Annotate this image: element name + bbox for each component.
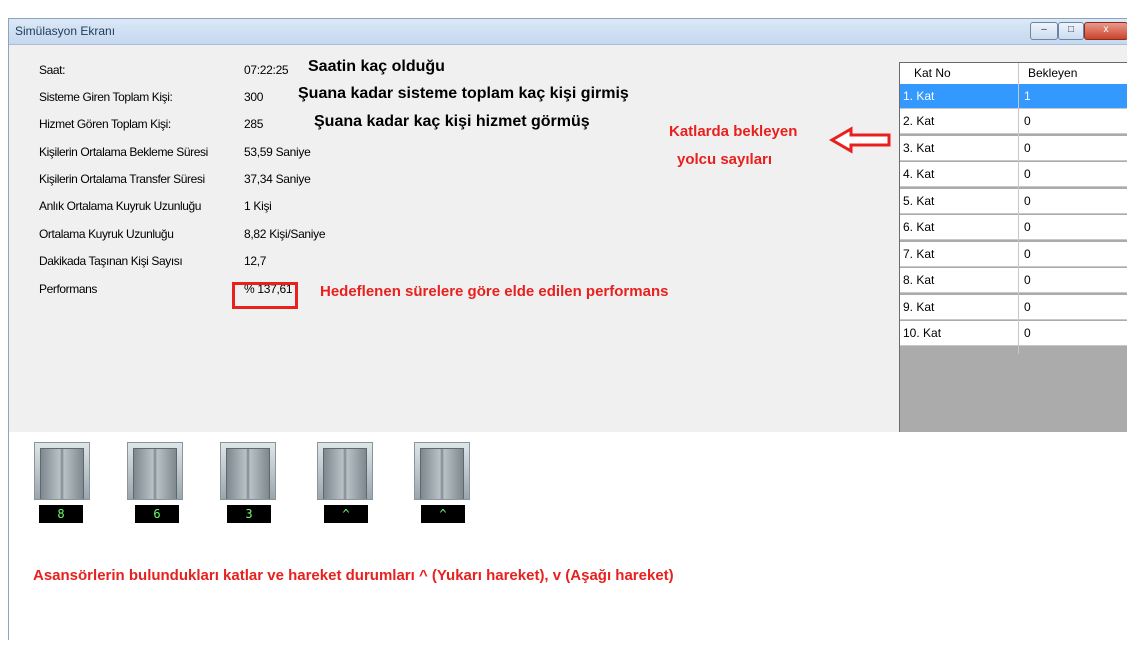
waiting-cell: 0 bbox=[1024, 300, 1031, 314]
value-avg-wait: 53,59 Saniye bbox=[244, 145, 311, 159]
label-avg-wait: Kişilerin Ortalama Bekleme Süresi bbox=[39, 145, 208, 159]
label-per-minute: Dakikada Taşınan Kişi Sayısı bbox=[39, 254, 183, 268]
value-instant-queue: 1 Kişi bbox=[244, 199, 272, 213]
simulation-window: Simülasyon Ekranı – □ x Saat: 07:22:25 S… bbox=[8, 18, 1127, 641]
label-performance: Performans bbox=[39, 282, 98, 296]
waiting-cell: 0 bbox=[1024, 273, 1031, 287]
value-per-minute: 12,7 bbox=[244, 254, 267, 268]
floor-cell: 9. Kat bbox=[903, 300, 935, 314]
value-entered-total: 300 bbox=[244, 90, 264, 104]
annotation-waiting-line1: Katlarda bekleyen bbox=[669, 123, 798, 140]
window-title: Simülasyon Ekranı bbox=[15, 24, 116, 38]
waiting-cell: 1 bbox=[1024, 89, 1031, 103]
elevator-4-status: ^ bbox=[324, 505, 368, 523]
annotation-served: Şuana kadar kaç kişi hizmet görmüş bbox=[314, 113, 590, 130]
table-row[interactable]: 9. Kat 0 bbox=[900, 295, 1127, 320]
label-instant-queue: Anlık Ortalama Kuyruk Uzunluğu bbox=[39, 199, 202, 213]
annotation-elevators: Asansörlerin bulundukları katlar ve hare… bbox=[33, 567, 674, 584]
waiting-cell: 0 bbox=[1024, 167, 1031, 181]
table-row[interactable]: 1. Kat 1 bbox=[900, 84, 1127, 109]
label-avg-transfer: Kişilerin Ortalama Transfer Süresi bbox=[39, 172, 205, 186]
table-row[interactable]: 4. Kat 0 bbox=[900, 162, 1127, 187]
elevator-2-status: 6 bbox=[135, 505, 179, 523]
table-row[interactable]: 3. Kat 0 bbox=[900, 136, 1127, 161]
close-button[interactable]: x bbox=[1084, 22, 1127, 40]
waiting-cell: 0 bbox=[1024, 220, 1031, 234]
elevator-door-icon bbox=[220, 442, 276, 500]
floor-waiting-table[interactable]: Kat No Bekleyen 1. Kat 1 2. Kat 0 3. Kat 0 … bbox=[899, 62, 1127, 435]
minimize-button[interactable]: – bbox=[1030, 22, 1058, 40]
annotation-clock: Saatin kaç olduğu bbox=[308, 58, 445, 75]
left-arrow-icon bbox=[829, 126, 891, 154]
table-row[interactable]: 2. Kat 0 bbox=[900, 109, 1127, 134]
table-row[interactable]: 6. Kat 0 bbox=[900, 215, 1127, 240]
waiting-cell: 0 bbox=[1024, 114, 1031, 128]
elevator-1-status: 8 bbox=[39, 505, 83, 523]
table-header: Kat No Bekleyen bbox=[900, 63, 1127, 85]
floor-cell: 1. Kat bbox=[903, 89, 935, 103]
floor-cell: 7. Kat bbox=[903, 247, 935, 261]
elevator-3-status: 3 bbox=[227, 505, 271, 523]
floor-cell: 6. Kat bbox=[903, 220, 935, 234]
table-row[interactable]: 5. Kat 0 bbox=[900, 189, 1127, 214]
table-row[interactable]: 8. Kat 0 bbox=[900, 268, 1127, 293]
annotation-entered: Şuana kadar sisteme toplam kaç kişi girm… bbox=[298, 85, 629, 102]
label-served-total: Hizmet Gören Toplam Kişi: bbox=[39, 117, 171, 131]
elevator-5-status: ^ bbox=[421, 505, 465, 523]
table-row[interactable]: 7. Kat 0 bbox=[900, 242, 1127, 267]
floor-cell: 3. Kat bbox=[903, 141, 935, 155]
column-divider bbox=[1018, 63, 1019, 354]
floor-cell: 8. Kat bbox=[903, 273, 935, 287]
performance-highlight-box bbox=[232, 282, 298, 309]
value-avg-transfer: 37,34 Saniye bbox=[244, 172, 311, 186]
elevator-door-icon bbox=[127, 442, 183, 500]
value-clock: 07:22:25 bbox=[244, 63, 289, 77]
elevator-door-icon bbox=[414, 442, 470, 500]
table-row[interactable]: 10. Kat 0 bbox=[900, 321, 1127, 346]
label-clock: Saat: bbox=[39, 63, 66, 77]
column-header-waiting[interactable]: Bekleyen bbox=[1024, 63, 1077, 84]
elevator-door-icon bbox=[34, 442, 90, 500]
label-entered-total: Sisteme Giren Toplam Kişi: bbox=[39, 90, 173, 104]
waiting-cell: 0 bbox=[1024, 326, 1031, 340]
maximize-button[interactable]: □ bbox=[1058, 22, 1084, 40]
floor-cell: 10. Kat bbox=[903, 326, 942, 340]
annotation-waiting-line2: yolcu sayıları bbox=[677, 151, 773, 168]
value-served-total: 285 bbox=[244, 117, 264, 131]
waiting-cell: 0 bbox=[1024, 141, 1031, 155]
elevator-panel: 8 6 3 ^ ^ bbox=[9, 432, 1127, 641]
title-bar: Simülasyon Ekranı – □ x bbox=[9, 19, 1127, 45]
value-avg-queue: 8,82 Kişi/Saniye bbox=[244, 227, 326, 241]
column-header-floor[interactable]: Kat No bbox=[910, 63, 951, 84]
label-avg-queue: Ortalama Kuyruk Uzunluğu bbox=[39, 227, 174, 241]
floor-cell: 2. Kat bbox=[903, 114, 935, 128]
elevator-door-icon bbox=[317, 442, 373, 500]
waiting-cell: 0 bbox=[1024, 194, 1031, 208]
floor-cell: 5. Kat bbox=[903, 194, 935, 208]
waiting-cell: 0 bbox=[1024, 247, 1031, 261]
annotation-performance: Hedeflenen sürelere göre elde edilen per… bbox=[320, 283, 669, 300]
floor-cell: 4. Kat bbox=[903, 167, 935, 181]
